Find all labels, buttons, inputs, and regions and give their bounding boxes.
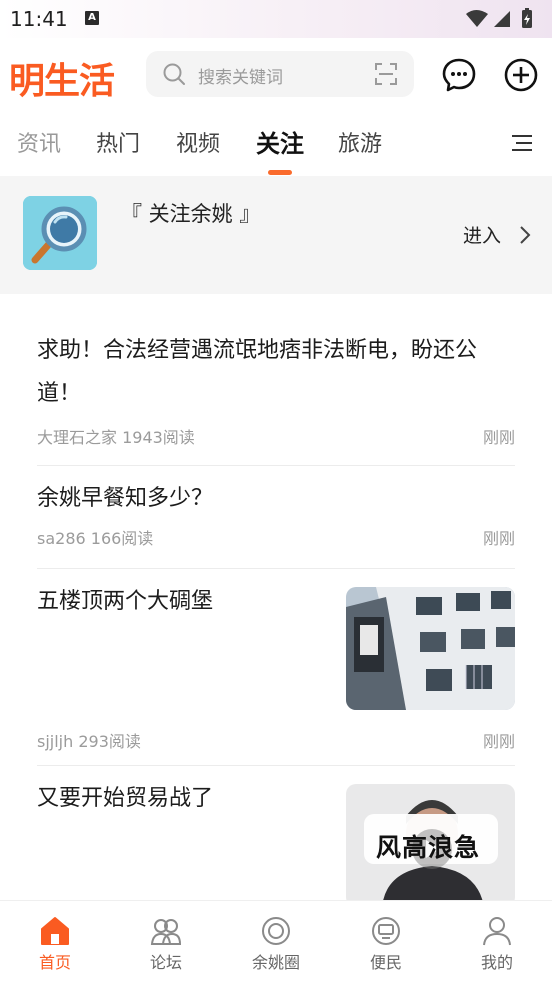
nav-label: 首页: [38, 953, 71, 972]
message-icon[interactable]: [441, 57, 477, 93]
circle-icon: [262, 917, 290, 945]
enter-link[interactable]: 进入: [463, 221, 501, 248]
app-screen: 11:41 A 明生活 搜索关键词 资讯 热门 视频 关注 旅游 『 关注余姚 …: [0, 0, 552, 983]
top-header: 明生活 搜索关键词: [0, 38, 552, 110]
article-meta: sa286 166阅读: [37, 529, 154, 548]
nav-label: 余姚圈: [251, 953, 300, 972]
app-logo[interactable]: 明生活: [9, 52, 115, 104]
forum-icon: [150, 919, 182, 945]
notification-badge-icon: A: [85, 11, 99, 25]
category-tabs: 资讯 热门 视频 关注 旅游: [0, 110, 552, 176]
list-item[interactable]: 又要开始贸易战了 风高浪急: [37, 777, 515, 900]
building-image: [346, 587, 515, 710]
tab-hot[interactable]: 热门: [96, 126, 140, 158]
search-icon: [163, 63, 185, 85]
magnifier-icon: [23, 196, 97, 270]
chevron-right-icon[interactable]: [518, 224, 532, 246]
profile-icon: [483, 917, 511, 946]
article-time: 刚刚: [482, 529, 515, 548]
status-bar: 11:41 A: [0, 0, 552, 38]
tab-follow[interactable]: 关注: [256, 124, 304, 159]
article-meta: 大理石之家 1943阅读: [37, 428, 195, 447]
status-time: 11:41: [10, 7, 68, 31]
add-icon[interactable]: [503, 57, 539, 93]
nav-forum[interactable]: 论坛: [126, 915, 206, 973]
home-icon: [41, 917, 69, 945]
tab-travel[interactable]: 旅游: [338, 126, 382, 158]
article-title[interactable]: 求助！合法经营遇流氓地痞非法断电，盼还公道！: [37, 329, 497, 415]
follow-card[interactable]: 『 关注余姚 』 进入: [0, 176, 552, 294]
video-caption: 风高浪急: [376, 833, 481, 862]
news-feed: 求助！合法经营遇流氓地痞非法断电，盼还公道！ 大理石之家 1943阅读 刚刚 余…: [0, 294, 552, 900]
building-thumbnail[interactable]: [346, 587, 515, 710]
nav-label: 便民: [369, 953, 402, 972]
tab-video[interactable]: 视频: [176, 126, 220, 158]
nav-home[interactable]: 首页: [15, 915, 95, 973]
list-item[interactable]: 五楼顶两个大碉堡 sjjljh 293阅读 刚刚: [37, 580, 515, 751]
search-bar[interactable]: 搜索关键词: [146, 51, 414, 97]
nav-yuyao-circle[interactable]: 余姚圈: [236, 915, 316, 973]
follow-title: 『 关注余姚 』: [121, 202, 261, 226]
nav-services[interactable]: 便民: [346, 915, 426, 973]
service-icon: [372, 917, 400, 945]
tab-news[interactable]: 资讯: [17, 126, 61, 158]
article-time: 刚刚: [482, 428, 515, 447]
list-item[interactable]: 求助！合法经营遇流氓地痞非法断电，盼还公道！ 大理石之家 1943阅读 刚刚: [37, 329, 515, 469]
article-title[interactable]: 余姚早餐知多少？: [37, 477, 515, 520]
scan-icon[interactable]: [374, 62, 398, 86]
system-status-icons: [466, 8, 532, 28]
bottom-navigation: 首页 论坛 余姚圈 便民 我的: [0, 900, 552, 983]
divider: [37, 465, 515, 466]
nav-label: 论坛: [149, 953, 182, 972]
divider: [37, 568, 515, 569]
search-input[interactable]: 搜索关键词: [198, 63, 283, 88]
divider: [37, 765, 515, 766]
article-time: 刚刚: [482, 732, 515, 751]
nav-profile[interactable]: 我的: [457, 915, 537, 973]
article-meta: sjjljh 293阅读: [37, 732, 141, 751]
video-thumbnail[interactable]: 风高浪急: [346, 784, 515, 900]
active-tab-indicator: [268, 170, 292, 175]
list-item[interactable]: 余姚早餐知多少？ sa286 166阅读 刚刚: [37, 477, 515, 557]
magnifier-thumbnail: [23, 196, 97, 270]
nav-label: 我的: [480, 953, 513, 972]
menu-icon[interactable]: [510, 133, 532, 153]
